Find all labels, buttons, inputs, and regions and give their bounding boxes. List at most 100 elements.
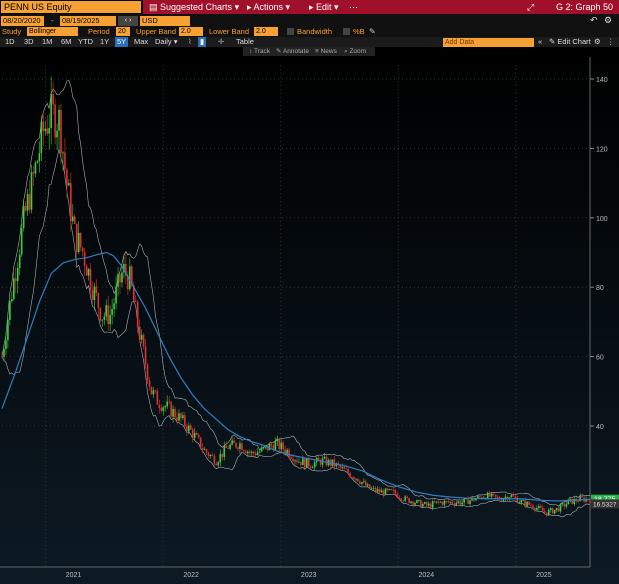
candle-body xyxy=(243,450,245,452)
candle-body xyxy=(311,467,314,469)
candle-body xyxy=(56,130,58,138)
candle-body xyxy=(262,447,265,449)
candle-body xyxy=(351,476,353,478)
candle-body xyxy=(543,511,546,513)
price-chart[interactable]: 40 60 80 100 120 140 2021 2022 2023 2024 2025 18.… xyxy=(0,57,619,584)
candle-body xyxy=(378,489,381,493)
actions-label: Actions xyxy=(253,2,284,12)
candle-body xyxy=(577,501,580,502)
collapse-icon[interactable]: « xyxy=(538,37,542,47)
zoom-tool[interactable]: ⌕ Zoom xyxy=(344,47,366,56)
table-button[interactable]: Table xyxy=(236,37,254,47)
upper-band-input[interactable]: 2.0 xyxy=(179,27,203,36)
candle-body xyxy=(317,457,320,461)
fullscreen-icon[interactable]: ⤢ xyxy=(527,0,534,14)
candle-body xyxy=(20,228,23,255)
candle-body xyxy=(292,458,294,462)
bandwidth-checkbox[interactable] xyxy=(287,28,294,35)
annotate-label: Annotate xyxy=(282,48,309,55)
candle-body xyxy=(384,488,387,495)
candle-body xyxy=(195,433,198,435)
candle-body xyxy=(166,401,168,407)
range-max[interactable]: Max xyxy=(134,37,148,47)
candle-body xyxy=(496,496,499,498)
candle-body xyxy=(357,478,359,482)
candle-body xyxy=(355,478,357,480)
candle-body xyxy=(557,508,560,512)
candle-body xyxy=(205,449,208,453)
range-1d[interactable]: 1D xyxy=(5,37,15,47)
chart-more-icon[interactable]: ⋮ xyxy=(607,37,615,47)
candle-body xyxy=(11,299,13,302)
candle-body xyxy=(365,481,367,486)
more-menu-icon[interactable]: ⋯ xyxy=(349,0,358,14)
candle-body xyxy=(81,247,84,252)
actions-menu[interactable]: ▸ Actions ▾ xyxy=(247,0,290,14)
new-tab-icon[interactable]: ✛ xyxy=(218,37,224,47)
candle-body xyxy=(561,503,564,505)
candle-body xyxy=(142,334,145,347)
candle-body xyxy=(229,444,231,449)
candle-body xyxy=(304,458,306,468)
upper-band-label: Upper Band xyxy=(136,27,177,36)
candle-body xyxy=(79,232,82,248)
candle-body xyxy=(231,440,233,445)
candle-body xyxy=(211,455,214,456)
y-tick-label: 60 xyxy=(596,355,604,362)
bar-style-icon[interactable]: ▮ xyxy=(198,37,207,47)
candle-body xyxy=(370,488,373,490)
candle-body xyxy=(225,445,227,448)
candle-body xyxy=(453,503,456,506)
candle-body xyxy=(408,497,410,503)
annotate-tool[interactable]: ✎ Annotate xyxy=(276,47,309,56)
range-6m[interactable]: 6M xyxy=(61,37,71,47)
candle-body xyxy=(239,443,241,449)
candle-body xyxy=(418,500,420,501)
start-date-input[interactable]: 08/20/2020 xyxy=(1,16,44,26)
range-1y[interactable]: 1Y xyxy=(100,37,109,47)
range-5y[interactable]: 5Y xyxy=(115,37,129,47)
range-3d[interactable]: 3D xyxy=(24,37,34,47)
suggested-charts-menu[interactable]: ▤ Suggested Charts ▾ xyxy=(149,0,239,14)
candle-body xyxy=(536,507,538,510)
percent-b-checkbox[interactable] xyxy=(343,28,350,35)
settings-icon[interactable]: ⚙ xyxy=(604,15,612,26)
currency-select[interactable]: USD xyxy=(140,16,190,26)
add-data-input[interactable]: Add Data xyxy=(443,38,534,47)
line-style-icon[interactable]: ⌇ xyxy=(188,37,192,47)
candle-body xyxy=(490,493,493,497)
chart-settings-icon[interactable]: ⚙ xyxy=(594,37,601,47)
candle-body xyxy=(445,500,448,502)
edit-chart-button[interactable]: ✎ Edit Chart xyxy=(549,37,591,47)
range-ytd[interactable]: YTD xyxy=(78,37,93,47)
edit-menu[interactable]: ▸ Edit ▾ xyxy=(309,0,339,14)
pencil-icon[interactable]: ✎ xyxy=(369,26,376,37)
candle-body xyxy=(376,489,379,492)
candle-body xyxy=(256,452,259,456)
candle-body xyxy=(105,305,108,317)
candle-body xyxy=(60,110,62,154)
end-date-input[interactable]: 08/19/2025 xyxy=(60,16,116,26)
candle-body xyxy=(294,460,296,462)
candle-body xyxy=(274,441,277,450)
candle-body xyxy=(50,93,52,129)
candle-body xyxy=(189,425,192,430)
range-1m[interactable]: 1M xyxy=(42,37,52,47)
date-step-arrows[interactable]: ‹ › xyxy=(118,16,138,26)
news-tool[interactable]: ≡ News xyxy=(315,47,337,56)
period-input[interactable]: 20 xyxy=(116,27,130,36)
candle-body xyxy=(68,182,70,186)
x-tick-label: 2022 xyxy=(183,572,199,579)
study-select[interactable]: Bollinger xyxy=(27,27,78,36)
candle-body xyxy=(227,447,229,449)
lower-band-input[interactable]: 2.0 xyxy=(254,27,278,36)
candle-body xyxy=(3,349,5,357)
candle-body xyxy=(162,407,165,411)
interval-select[interactable]: Daily ▾ xyxy=(155,37,178,47)
ticker-input[interactable]: PENN US Equity xyxy=(1,1,141,13)
candle-body xyxy=(245,451,247,454)
track-tool[interactable]: ↕ Track xyxy=(249,47,270,56)
candle-body xyxy=(323,456,326,459)
undo-icon[interactable]: ↶ xyxy=(590,15,598,26)
candle-body xyxy=(443,500,446,505)
